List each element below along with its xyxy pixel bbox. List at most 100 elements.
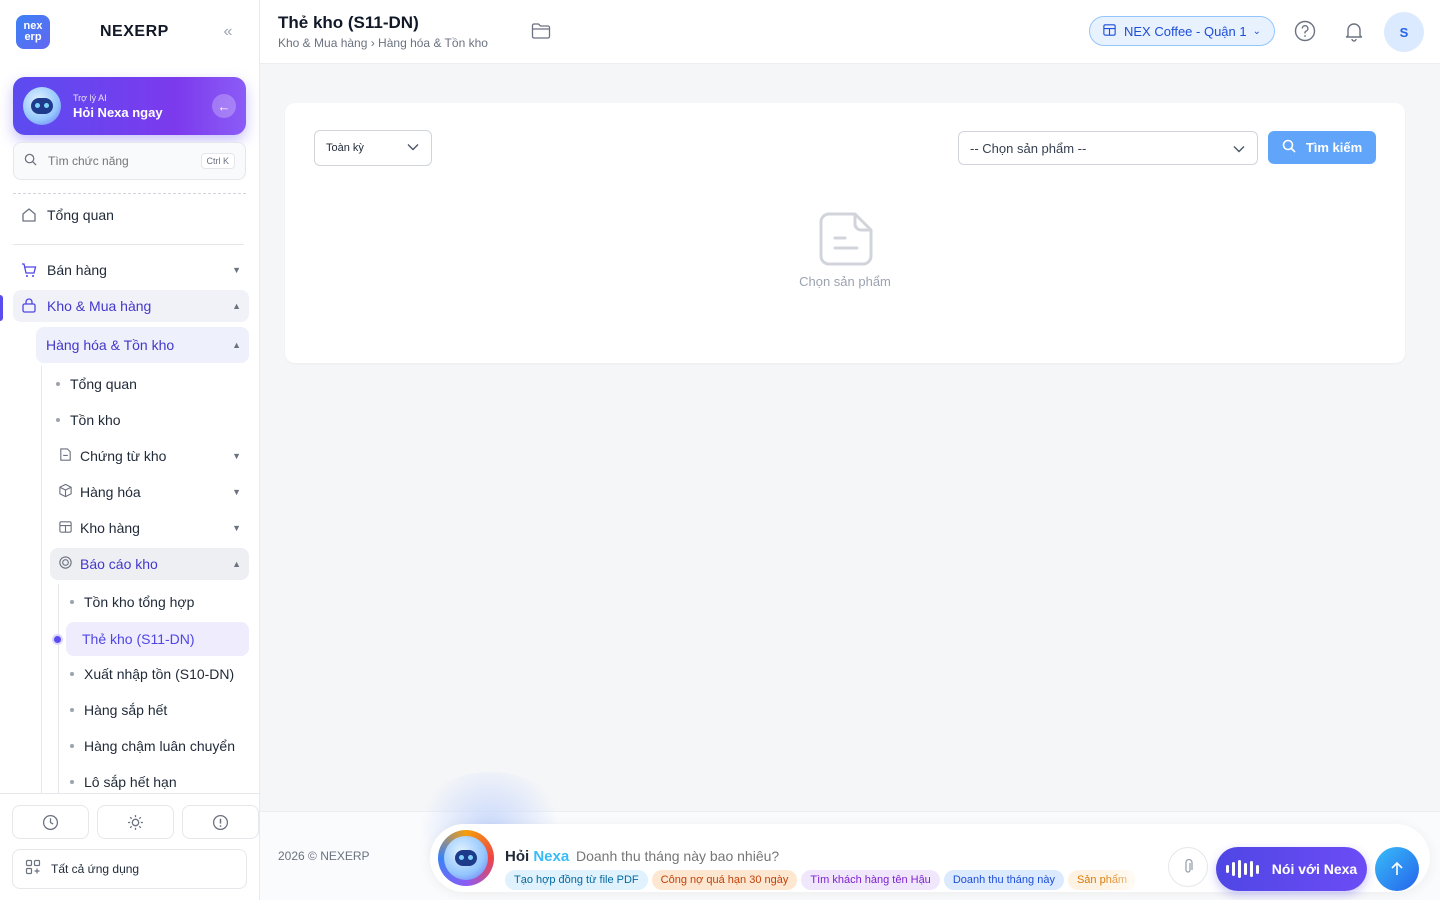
store-icon xyxy=(1102,22,1117,40)
store-icon xyxy=(56,519,74,537)
ai-card-title: Hỏi Nexa ngay xyxy=(73,104,163,120)
chevron-down-icon xyxy=(407,142,419,154)
function-search-input[interactable] xyxy=(48,154,198,168)
arrow-up-icon xyxy=(1391,861,1403,875)
sidebar-item-slow-moving[interactable]: Hàng chậm luân chuyển xyxy=(70,731,235,761)
talk-to-nexa-label: Nói với Nexa xyxy=(1271,861,1358,877)
sidebar-item-documents[interactable]: Chứng từ kho ▼ xyxy=(50,440,249,472)
document-icon xyxy=(56,447,74,465)
sidebar-item-goods-stock[interactable]: Hàng hóa & Tồn kho ▲ xyxy=(36,327,249,363)
notifications-button[interactable] xyxy=(1341,18,1367,44)
top-header: Thẻ kho (S11-DN) Kho & Mua hàng › Hàng h… xyxy=(260,0,1440,64)
suggestion-chips: Tạo hợp đồng từ file PDF Công nợ quá hạn … xyxy=(505,870,1153,890)
empty-state-text: Chọn sản phẩm xyxy=(799,274,891,289)
stock-card-panel: Toàn kỳ -- Chọn sản phẩm -- Tìm kiếm Chọ… xyxy=(285,103,1405,363)
sidebar-item-label: Thẻ kho (S11-DN) xyxy=(82,631,195,647)
sidebar-bottom: Tất cả ứng dụng xyxy=(0,793,259,900)
caret-down-icon: ▼ xyxy=(232,523,241,533)
theme-button[interactable] xyxy=(97,805,174,839)
box-icon xyxy=(56,483,74,501)
ai-card-subtitle: Trợ lý AI xyxy=(73,92,107,103)
sidebar-item-label: Lô sắp hết hạn xyxy=(84,774,177,790)
active-indicator xyxy=(0,295,3,321)
search-button[interactable]: Tìm kiếm xyxy=(1268,131,1376,164)
folder-icon[interactable] xyxy=(530,20,552,42)
bullet-icon xyxy=(56,418,60,422)
sidebar-item-warehouse[interactable]: Kho & Mua hàng ▲ xyxy=(13,290,249,322)
sidebar-item-stock-summary[interactable]: Tồn kho tổng hợp xyxy=(70,587,194,617)
all-apps-button[interactable]: Tất cả ứng dụng xyxy=(12,849,247,889)
paperclip-icon xyxy=(1185,859,1193,873)
sound-wave-icon xyxy=(1225,860,1262,878)
caret-down-icon: ▼ xyxy=(232,487,241,497)
divider xyxy=(13,193,246,194)
ask-nexa-input[interactable] xyxy=(576,848,996,864)
sidebar-item-label: Tổng quan xyxy=(70,376,137,392)
sidebar-item-stock-card[interactable]: Thẻ kho (S11-DN) xyxy=(66,622,249,656)
caret-up-icon: ▲ xyxy=(232,559,241,569)
sidebar-item-goods[interactable]: Hàng hóa ▼ xyxy=(50,476,249,508)
chevron-down-icon xyxy=(1233,141,1245,156)
branch-selector[interactable]: NEX Coffee - Quận 1 ⌄ xyxy=(1089,16,1275,46)
sidebar-item-label: Hàng chậm luân chuyển xyxy=(84,738,235,754)
help-icon xyxy=(1294,20,1316,42)
divider xyxy=(13,244,244,245)
sidebar: nex erp NEXERP « Trợ lý AI Hỏi Nexa ngay… xyxy=(0,0,260,900)
caret-down-icon: ▼ xyxy=(232,451,241,461)
caret-down-icon: ▼ xyxy=(232,265,241,275)
sidebar-item-label: Hàng hóa xyxy=(80,484,141,500)
suggestion-chip[interactable]: Tạo hợp đồng từ file PDF xyxy=(505,870,648,890)
brand-name: NEXERP xyxy=(100,23,169,40)
nexerp-logo[interactable]: nex erp xyxy=(16,15,50,49)
suggestion-chip[interactable]: Sản phẩm xyxy=(1067,870,1137,890)
sidebar-item-reports[interactable]: Báo cáo kho ▲ xyxy=(50,548,249,580)
ask-prefix: Hỏi xyxy=(505,848,530,865)
ask-brand: Nexa xyxy=(533,848,570,865)
ask-nexa-label: Hỏi Nexa xyxy=(505,848,569,865)
search-shortcut-badge: Ctrl K xyxy=(200,153,235,169)
sidebar-item-stock-overview[interactable]: Tổng quan xyxy=(56,369,137,399)
send-button[interactable] xyxy=(1375,847,1419,891)
user-avatar[interactable]: S xyxy=(1384,12,1424,52)
product-select-value: -- Chọn sản phẩm -- xyxy=(970,140,1087,156)
sidebar-item-label: Hàng sắp hết xyxy=(84,702,168,718)
period-select-value: Toàn kỳ xyxy=(326,142,364,154)
talk-to-nexa-button[interactable]: Nói với Nexa xyxy=(1216,847,1367,891)
info-button[interactable] xyxy=(182,805,259,839)
sidebar-item-low-stock[interactable]: Hàng sắp hết xyxy=(70,695,167,725)
sidebar-item-in-out[interactable]: Xuất nhập tồn (S10-DN) xyxy=(70,659,234,689)
attach-button[interactable] xyxy=(1168,847,1208,887)
sidebar-item-stock[interactable]: Tồn kho xyxy=(56,405,121,435)
search-icon xyxy=(24,153,40,169)
footer: 2026 © NEXERP Hỏi Nexa Tạo hợp đồng từ f… xyxy=(260,772,1440,900)
help-button[interactable] xyxy=(1292,18,1318,44)
home-icon xyxy=(20,206,38,224)
sidebar-item-label: Kho hàng xyxy=(80,520,140,536)
sidebar-item-label: Chứng từ kho xyxy=(80,448,167,464)
sun-icon xyxy=(128,814,143,830)
ask-nexa-card[interactable]: Trợ lý AI Hỏi Nexa ngay ← xyxy=(13,77,246,135)
bullet-icon xyxy=(70,600,74,604)
period-select[interactable]: Toàn kỳ xyxy=(314,130,432,166)
product-select[interactable]: -- Chọn sản phẩm -- xyxy=(958,131,1258,165)
report-icon xyxy=(56,555,74,573)
suggestion-chip[interactable]: Doanh thu tháng này xyxy=(943,870,1064,890)
sidebar-item-overview[interactable]: Tổng quan xyxy=(13,199,249,231)
function-search: Ctrl K xyxy=(13,142,246,180)
branch-name: NEX Coffee - Quận 1 xyxy=(1124,23,1247,39)
history-button[interactable] xyxy=(12,805,89,839)
page-title: Thẻ kho (S11-DN) xyxy=(278,13,419,32)
chevron-down-icon: ⌄ xyxy=(1252,25,1261,37)
brand: nex erp NEXERP « xyxy=(16,14,244,50)
copyright: 2026 © NEXERP xyxy=(278,849,370,863)
logo-text-bottom: erp xyxy=(24,31,42,43)
suggestion-chip[interactable]: Tìm khách hàng tên Hậu xyxy=(801,870,940,890)
caret-up-icon: ▲ xyxy=(232,340,241,350)
collapse-sidebar-icon[interactable]: « xyxy=(218,22,238,42)
sidebar-item-warehouses[interactable]: Kho hàng ▼ xyxy=(50,512,249,544)
caret-up-icon: ▲ xyxy=(232,301,241,311)
bullet-icon xyxy=(70,780,74,784)
arrow-left-icon[interactable]: ← xyxy=(212,94,236,118)
sidebar-item-sales[interactable]: Bán hàng ▼ xyxy=(13,254,249,286)
suggestion-chip[interactable]: Công nợ quá hạn 30 ngày xyxy=(651,870,798,890)
